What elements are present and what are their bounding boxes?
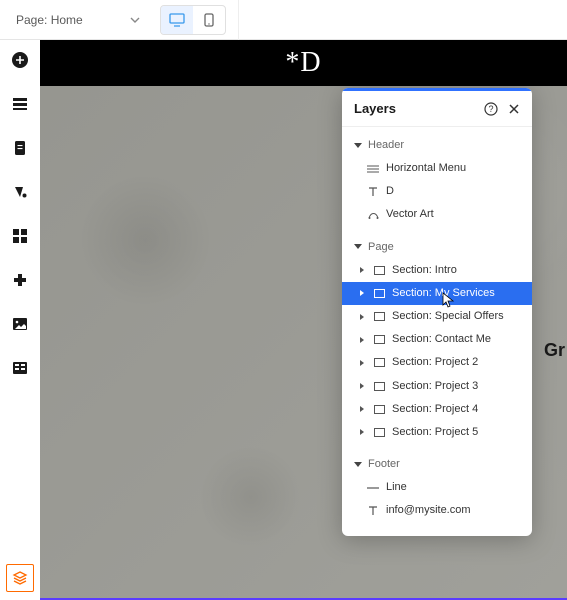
mobile-view-button[interactable]: [193, 6, 225, 34]
site-header-preview: *D: [40, 40, 567, 86]
layer-label: info@mysite.com: [386, 504, 471, 517]
media-icon[interactable]: [8, 312, 32, 336]
layer-item-section-project-4[interactable]: Section: Project 4: [342, 398, 532, 421]
layer-item-section-project-3[interactable]: Section: Project 3: [342, 375, 532, 398]
caret-down-icon: [354, 143, 362, 148]
caret-right-icon: [360, 290, 364, 296]
layer-item-section-project-2[interactable]: Section: Project 2: [342, 351, 532, 374]
layer-label: Section: Project 2: [392, 356, 478, 369]
desktop-view-button[interactable]: [161, 6, 193, 34]
text-icon: [366, 506, 380, 516]
layer-item-line[interactable]: Line: [342, 476, 532, 499]
layer-label: Vector Art: [386, 208, 434, 221]
section-icon: [372, 266, 386, 275]
theme-icon[interactable]: [8, 180, 32, 204]
canvas-clipped-text: Gr: [544, 340, 565, 361]
site-logo-text: *D: [285, 47, 321, 79]
line-icon: [366, 486, 380, 490]
pages-icon[interactable]: [8, 136, 32, 160]
caret-right-icon: [360, 429, 364, 435]
section-icon: [372, 358, 386, 367]
panel-header: Layers ?: [342, 91, 532, 127]
layer-label: Section: Special Offers: [392, 310, 504, 323]
chevron-down-icon: [130, 15, 140, 25]
layer-label: Section: Project 4: [392, 403, 478, 416]
layers-panel: Layers ? Header Horizontal Menu D Vector…: [342, 88, 532, 536]
layer-label: Section: Project 3: [392, 380, 478, 393]
group-footer[interactable]: Footer: [342, 452, 532, 476]
caret-right-icon: [360, 314, 364, 320]
section-icon: [372, 428, 386, 437]
layer-label: Section: Project 5: [392, 426, 478, 439]
add-icon[interactable]: [8, 48, 32, 72]
group-page-label: Page: [368, 241, 394, 253]
layer-item-section-project-5[interactable]: Section: Project 5: [342, 421, 532, 444]
caret-right-icon: [360, 337, 364, 343]
caret-right-icon: [360, 406, 364, 412]
layer-label: Section: Intro: [392, 264, 457, 277]
layer-item-vector-art[interactable]: Vector Art: [342, 203, 532, 226]
vector-icon: [366, 209, 380, 220]
layer-item-section-contact-me[interactable]: Section: Contact Me: [342, 328, 532, 351]
section-icon: [372, 405, 386, 414]
device-toggle: [160, 5, 226, 35]
section-icon: [372, 312, 386, 321]
apps-icon[interactable]: [8, 224, 32, 248]
panel-body: Header Horizontal Menu D Vector Art Page…: [342, 127, 532, 536]
layers-toggle-button[interactable]: [6, 564, 34, 592]
layer-label: Section: Contact Me: [392, 333, 491, 346]
plugins-icon[interactable]: [8, 268, 32, 292]
layer-item-section-intro[interactable]: Section: Intro: [342, 259, 532, 282]
section-icon: [372, 382, 386, 391]
layer-label: Line: [386, 481, 407, 494]
svg-text:?: ?: [488, 104, 493, 114]
layer-item-d[interactable]: D: [342, 180, 532, 203]
toolbar-divider: [238, 0, 239, 40]
close-icon[interactable]: [508, 103, 520, 115]
group-page[interactable]: Page: [342, 235, 532, 259]
caret-right-icon: [360, 360, 364, 366]
caret-down-icon: [354, 244, 362, 249]
left-tool-rail: [0, 40, 40, 600]
top-toolbar: Page: Home: [0, 0, 567, 40]
group-header-label: Header: [368, 139, 404, 151]
layer-item-section-special-offers[interactable]: Section: Special Offers: [342, 305, 532, 328]
layer-label: Section: My Services: [392, 287, 495, 300]
menu-icon: [366, 165, 380, 173]
layer-item-info-email[interactable]: info@mysite.com: [342, 499, 532, 522]
caret-right-icon: [360, 267, 364, 273]
cms-icon[interactable]: [8, 356, 32, 380]
sections-icon[interactable]: [8, 92, 32, 116]
caret-down-icon: [354, 462, 362, 467]
page-name: Home: [51, 13, 83, 27]
help-icon[interactable]: ?: [484, 102, 498, 116]
layer-label: D: [386, 185, 394, 198]
page-label-prefix: Page:: [16, 13, 47, 27]
layer-item-section-my-services[interactable]: Section: My Services: [342, 282, 532, 305]
section-icon: [372, 335, 386, 344]
page-selector[interactable]: Page: Home: [8, 9, 148, 31]
layer-item-horizontal-menu[interactable]: Horizontal Menu: [342, 157, 532, 180]
group-footer-label: Footer: [368, 458, 400, 470]
panel-title: Layers: [354, 101, 474, 116]
text-icon: [366, 187, 380, 197]
group-header[interactable]: Header: [342, 133, 532, 157]
section-icon: [372, 289, 386, 298]
caret-right-icon: [360, 383, 364, 389]
layer-label: Horizontal Menu: [386, 162, 466, 175]
